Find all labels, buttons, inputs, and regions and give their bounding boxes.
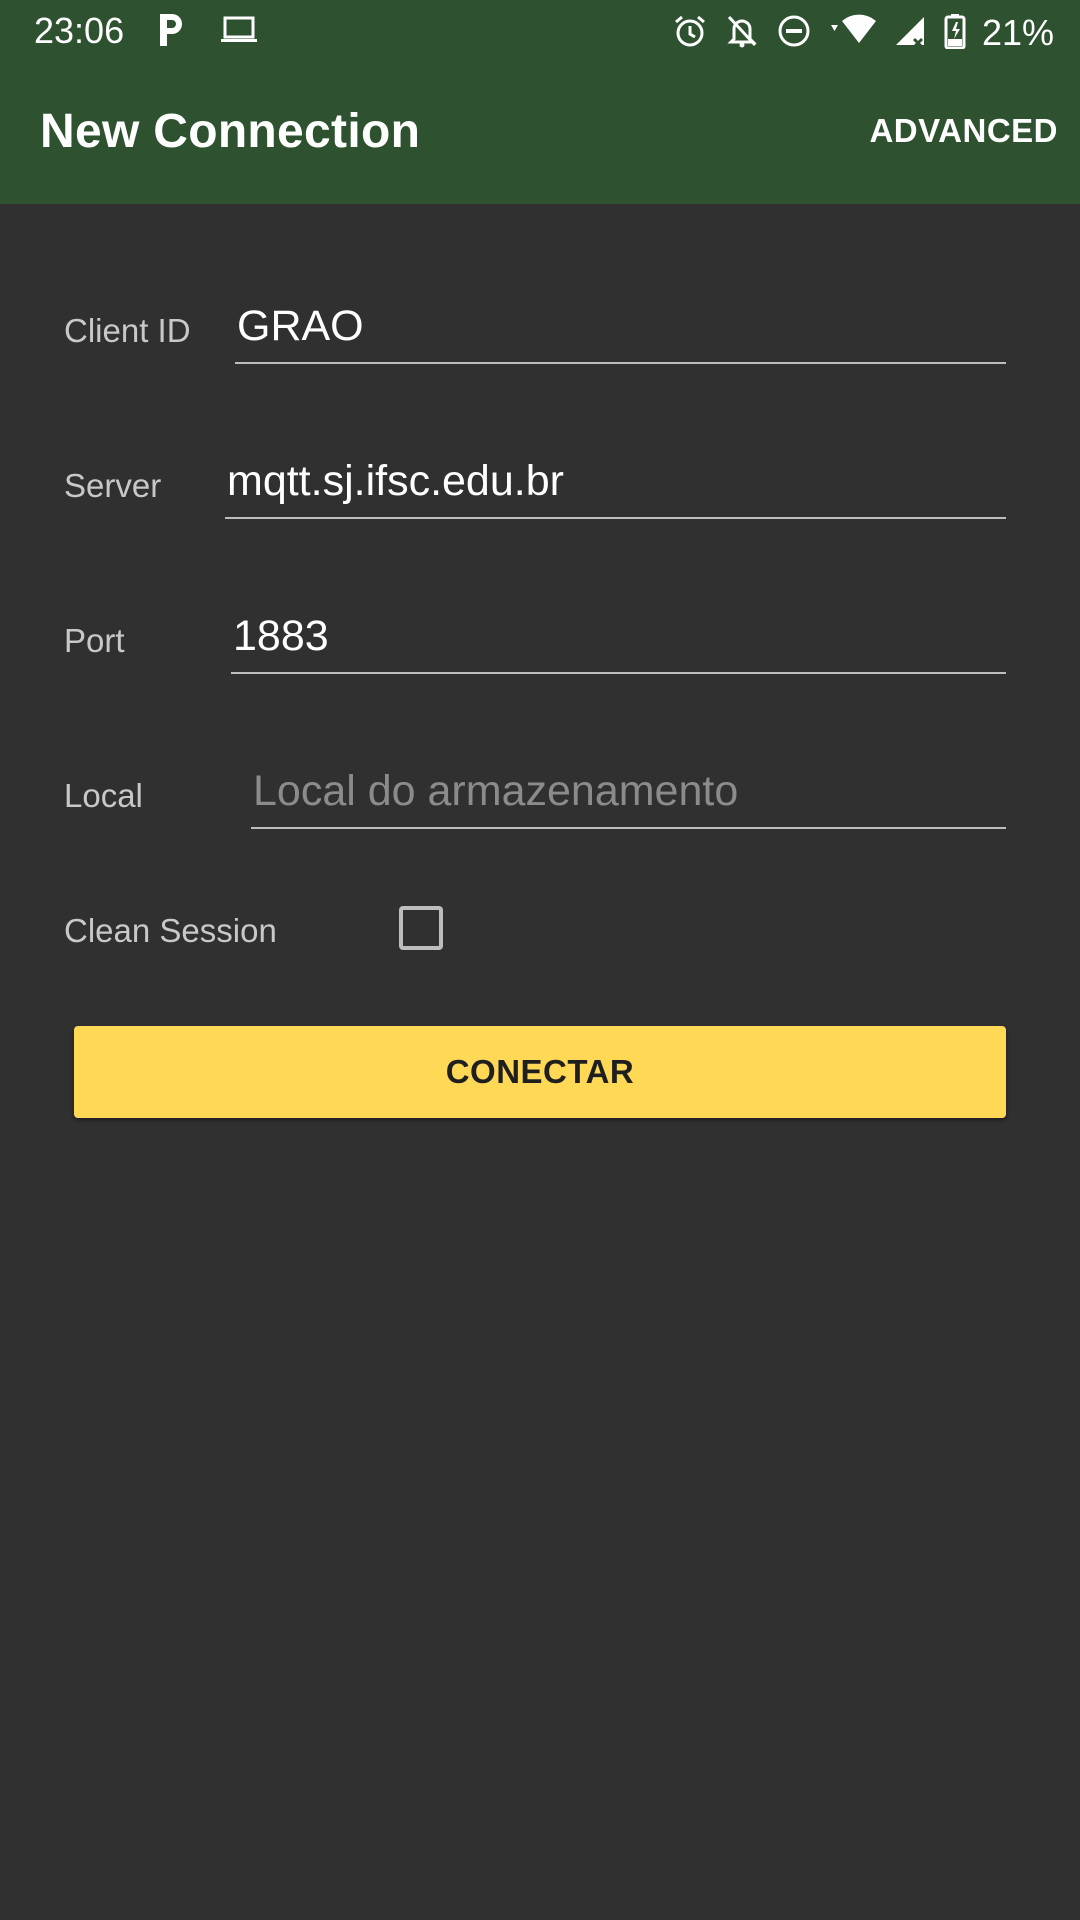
local-label: Local — [64, 777, 143, 814]
client-id-input[interactable]: GRAO — [235, 300, 1006, 364]
laptop-icon — [220, 15, 258, 50]
connect-button-label: CONECTAR — [445, 1053, 635, 1090]
status-bar: 23:06 21% — [0, 0, 1080, 64]
local-input[interactable]: Local do armazenamento — [251, 765, 1006, 829]
server-label: Server — [64, 467, 162, 504]
parking-icon — [156, 12, 186, 53]
port-input[interactable]: 1883 — [231, 610, 1006, 674]
clean-session-label: Clean Session — [64, 912, 277, 949]
app-bar: 23:06 21% New Connection ADVANCED — [0, 0, 1080, 204]
wifi-icon — [828, 13, 878, 54]
port-label: Port — [64, 622, 125, 659]
client-id-label: Client ID — [64, 312, 191, 349]
notifications-off-icon — [724, 13, 760, 54]
signal-icon — [894, 13, 928, 54]
battery-percentage: 21% — [981, 12, 1054, 53]
server-input[interactable]: mqtt.sj.ifsc.edu.br — [225, 455, 1006, 519]
status-time: 23:06 — [34, 10, 125, 51]
clean-session-checkbox[interactable] — [399, 906, 443, 950]
page-title: New Connection — [40, 105, 421, 158]
connect-button[interactable]: CONECTAR — [74, 1026, 1006, 1118]
do-not-disturb-icon — [776, 13, 812, 54]
alarm-icon — [672, 13, 708, 54]
battery-icon — [944, 13, 966, 54]
advanced-button[interactable]: ADVANCED — [869, 112, 1058, 150]
